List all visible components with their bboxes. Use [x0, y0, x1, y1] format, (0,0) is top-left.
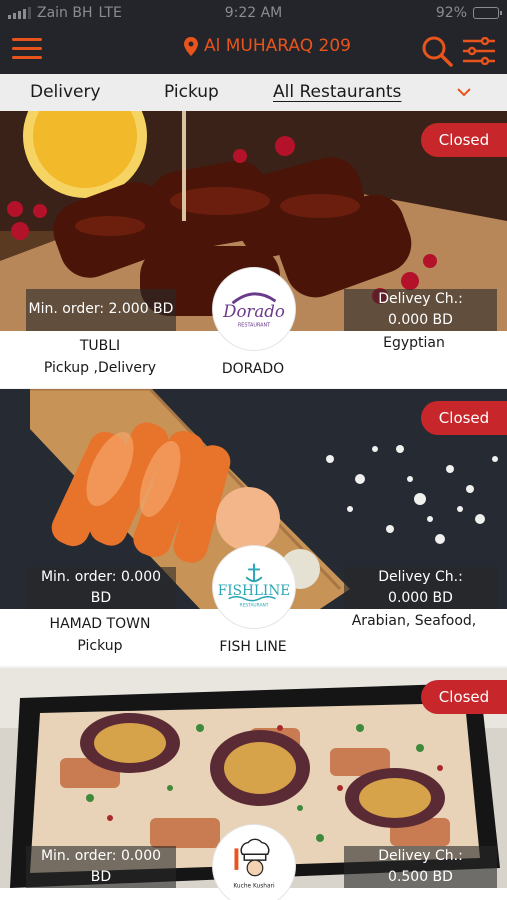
- clock: 9:22 AM: [224, 5, 283, 21]
- restaurant-name: DORADO: [221, 361, 285, 377]
- restaurant-card-kuche-kushari[interactable]: Closed Min. order: 0.000 BD Delivey Ch.:…: [0, 668, 507, 900]
- restaurant-logo: Dorado RESTAURANT: [212, 267, 296, 351]
- restaurant-name: FISH LINE: [219, 639, 287, 655]
- restaurant-logo: FISHLINE RESTAURANT: [212, 545, 296, 629]
- min-order-text: Min. order: 0.000: [40, 569, 162, 585]
- battery-icon: [473, 7, 502, 19]
- closed-badge: Closed: [421, 123, 507, 157]
- restaurant-area: HAMAD TOWN: [49, 616, 151, 632]
- min-order-label: Min. order: 0.000 BD: [26, 567, 176, 609]
- location-pin-icon: [184, 36, 198, 56]
- tab-all-restaurants[interactable]: All Restaurants: [273, 82, 401, 102]
- status-bar: Zain BH LTE 9:22 AM 92%: [0, 0, 507, 26]
- svg-text:RESTAURANT: RESTAURANT: [238, 323, 270, 329]
- location-label: Al MUHARAQ 209: [204, 36, 351, 56]
- chef-hat-icon: Kuche Kushari: [233, 838, 275, 889]
- restaurant-cuisine: Egyptian: [383, 335, 445, 351]
- svg-text:Dorado: Dorado: [222, 302, 285, 321]
- restaurant-card-fish-line[interactable]: Closed Min. order: 0.000 BD Delivey Ch.:…: [0, 389, 507, 670]
- closed-badge: Closed: [421, 401, 507, 435]
- filter-tabs: Delivery Pickup All Restaurants: [0, 74, 507, 112]
- min-order-currency: BD: [90, 590, 112, 606]
- delivery-charge-value: 0.000 BD: [388, 312, 453, 328]
- battery-percent: 92%: [435, 5, 467, 21]
- delivery-charge-label: Delivey Ch.: 0.000 BD: [344, 289, 497, 331]
- restaurant-cuisine: Arabian, Seafood,: [351, 613, 477, 629]
- delivery-charge-title: Delivey Ch.:: [378, 291, 463, 307]
- delivery-charge-label: Delivey Ch.: 0.000 BD: [344, 567, 497, 609]
- filter-icon[interactable]: [461, 37, 497, 65]
- min-order-text: Min. order: 2.000 BD: [28, 301, 174, 317]
- delivery-charge-title: Delivey Ch.:: [378, 569, 463, 585]
- chevron-down-icon[interactable]: [456, 84, 472, 100]
- tab-delivery[interactable]: Delivery: [30, 82, 101, 102]
- min-order-label: Min. order: 0.000 BD: [26, 846, 176, 888]
- restaurant-logo: Kuche Kushari: [212, 824, 296, 900]
- min-order-text: Min. order: 0.000: [40, 848, 162, 864]
- min-order-currency: BD: [90, 869, 112, 885]
- location-selector[interactable]: Al MUHARAQ 209: [184, 36, 351, 56]
- hamburger-menu-button[interactable]: [12, 38, 42, 60]
- search-icon[interactable]: [420, 34, 454, 68]
- delivery-charge-title: Delivey Ch.:: [378, 848, 463, 864]
- min-order-label: Min. order: 2.000 BD: [26, 289, 176, 331]
- restaurant-card-dorado[interactable]: Closed Min. order: 2.000 BD Delivey Ch.:…: [0, 111, 507, 392]
- delivery-charge-value: 0.000 BD: [388, 590, 453, 606]
- menu-icon: [12, 38, 42, 41]
- app-header: Zain BH LTE 9:22 AM 92% Al MUHARAQ 209: [0, 0, 507, 74]
- delivery-charge-value: 0.500 BD: [388, 869, 453, 885]
- tab-pickup[interactable]: Pickup: [164, 82, 219, 102]
- restaurant-area: TUBLI: [79, 338, 121, 354]
- svg-text:Kuche Kushari: Kuche Kushari: [233, 883, 275, 889]
- closed-badge: Closed: [421, 680, 507, 714]
- dorado-logo-icon: Dorado RESTAURANT: [222, 292, 285, 329]
- svg-text:RESTAURANT: RESTAURANT: [240, 603, 269, 609]
- svg-text:FISHLINE: FISHLINE: [218, 583, 291, 599]
- fish-line-logo-icon: FISHLINE RESTAURANT: [218, 563, 291, 609]
- delivery-charge-label: Delivey Ch.: 0.500 BD: [344, 846, 497, 888]
- battery-info: 92%: [435, 5, 502, 21]
